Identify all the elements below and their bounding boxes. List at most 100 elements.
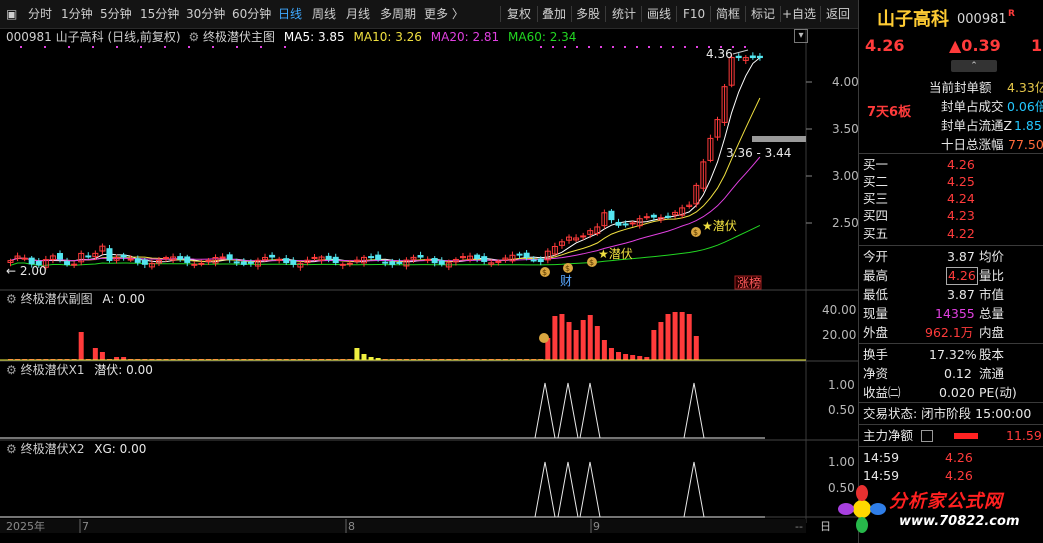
high-price-label: 4.36: [706, 47, 733, 61]
main-chart-menu-icon[interactable]: ▾: [794, 29, 808, 43]
sub3-header: ⚙ 终极潜伏X2 XG: 0.00: [6, 441, 146, 457]
x-axis-month-label: 8: [348, 520, 355, 533]
kline-candle: [481, 256, 488, 262]
price-tick-label: 2.50: [832, 216, 858, 230]
kline-candle: [106, 248, 113, 261]
tool-huaxian[interactable]: 画线: [647, 0, 671, 28]
quote-label: 量比: [979, 268, 1005, 283]
period-more[interactable]: 更多 〉: [424, 0, 464, 28]
top-dot: [636, 46, 638, 48]
bid-label: 买五: [863, 226, 889, 241]
panel-collapse-icon[interactable]: ⌃: [951, 60, 997, 72]
kline-candle: [516, 253, 523, 256]
quote-label: 市值: [979, 287, 1005, 302]
tool-jiankuang[interactable]: 简框: [716, 0, 740, 28]
top-dot: [260, 46, 262, 48]
period-15min[interactable]: 15分钟: [140, 0, 179, 28]
kline-candle: [474, 254, 481, 259]
watermark-text: 分析家公式网: [889, 491, 1003, 512]
main-net-bar: [954, 433, 978, 439]
quote-value: 3.87: [947, 287, 975, 302]
stat-label: 股本: [979, 347, 1005, 362]
period-60min[interactable]: 60分钟: [232, 0, 271, 28]
sub1-bar: [573, 330, 579, 360]
kline-candle: [417, 255, 424, 258]
sub1-value: A: 0.00: [102, 292, 146, 306]
kline-candle: [424, 258, 431, 261]
kline-candle: [141, 259, 148, 265]
sub3-peak: [534, 461, 556, 518]
kline-candle: [665, 215, 672, 218]
tool-duogu[interactable]: 多股: [576, 0, 600, 28]
bid-label: 买四: [863, 208, 889, 223]
sub1-bar: [92, 348, 98, 360]
sub1-bar: [99, 352, 105, 360]
sub2-name[interactable]: 终极潜伏X1: [21, 363, 85, 377]
tool-tongji[interactable]: 统计: [612, 0, 636, 28]
quote-value: 3.87: [947, 249, 975, 264]
sub3-peak: [683, 461, 705, 518]
seal-row-label: 当前封单额: [929, 80, 992, 95]
kline-candle: [749, 55, 756, 59]
kline-candle: [396, 261, 403, 264]
sub1-bar: [594, 326, 600, 360]
kline-candle: [276, 258, 283, 261]
period-fenshi[interactable]: 分时: [28, 0, 52, 28]
kline-candle: [622, 223, 629, 226]
quote-label: 均价: [979, 249, 1005, 264]
trade-status: 交易状态: 闭市阶段 15:00:00: [863, 406, 1032, 421]
sub3-value: XG: 0.00: [94, 442, 147, 456]
kline-candle: [629, 222, 636, 225]
kline-candle: [269, 254, 276, 258]
kline-chart-area[interactable]: 4.003.503.002.5040.0020.001.000.501.000.…: [0, 28, 858, 543]
tool-diejia[interactable]: 叠加: [542, 0, 566, 28]
x-axis-zoom-icon: --: [795, 520, 803, 533]
sub2-settings-icon[interactable]: ⚙: [6, 363, 17, 377]
sub3-settings-icon[interactable]: ⚙: [6, 442, 17, 456]
sub1-bar: [651, 330, 657, 360]
seal-row-value: 77.50: [1008, 137, 1043, 152]
stat-label: 净资: [863, 366, 889, 381]
period-30min[interactable]: 30分钟: [186, 0, 225, 28]
kline-candle: [177, 256, 184, 260]
panel-price: 4.26: [865, 36, 905, 55]
sub1-name[interactable]: 终极潜伏副图: [21, 292, 93, 306]
sub1-bar: [665, 314, 671, 360]
period-weekly[interactable]: 周线: [312, 0, 336, 28]
sub1-tick-label: 40.00: [822, 303, 856, 317]
ma20-label: MA20: 2.81: [430, 30, 500, 44]
chart-settings-icon[interactable]: ⚙: [188, 30, 199, 44]
tool-back[interactable]: 返回: [826, 0, 850, 28]
sub3-name[interactable]: 终极潜伏X2: [21, 442, 85, 456]
top-dot: [648, 46, 650, 48]
chart-stock-label: 000981 山子高科 (日线,前复权): [6, 30, 181, 44]
tool-biaoji[interactable]: 标记: [751, 0, 775, 28]
indicator-name[interactable]: 终极潜伏主图: [203, 30, 275, 44]
sub1-settings-icon[interactable]: ⚙: [6, 292, 17, 306]
tick-time: 14:59: [863, 450, 900, 465]
sub2-peak: [534, 382, 556, 439]
period-daily[interactable]: 日线: [278, 0, 302, 28]
sub1-bar: [361, 354, 367, 360]
tool-fuquan[interactable]: 复权: [507, 0, 531, 28]
tool-add-watchlist[interactable]: +自选: [782, 0, 816, 28]
ma60-label: MA60: 2.34: [508, 30, 577, 44]
tool-f10[interactable]: F10: [683, 0, 705, 28]
stat-value: 0.020: [939, 385, 975, 400]
main-net-label[interactable]: 主力净额: [863, 426, 913, 445]
quote-panel: 山子高科 000981 R 4.26 ▲0.39 1 ⌃ 7天6板 当前封单额 4…: [838, 0, 1043, 543]
quote-label: 外盘: [863, 325, 889, 340]
sub1-tick-label: 20.00: [822, 328, 856, 342]
money-bag-symbol: $: [693, 228, 698, 237]
sub1-bar: [679, 312, 685, 360]
x-axis-month-label: 7: [82, 520, 89, 533]
period-1min[interactable]: 1分钟: [61, 0, 93, 28]
period-multi[interactable]: 多周期: [380, 0, 416, 28]
toolbar-square-icon[interactable]: ▣: [6, 0, 17, 28]
main-net-table-icon[interactable]: [921, 430, 933, 442]
high-price-pointer: [732, 49, 749, 55]
kline-candle: [643, 216, 650, 219]
kline-candle: [127, 258, 134, 261]
period-monthly[interactable]: 月线: [346, 0, 370, 28]
period-5min[interactable]: 5分钟: [100, 0, 132, 28]
